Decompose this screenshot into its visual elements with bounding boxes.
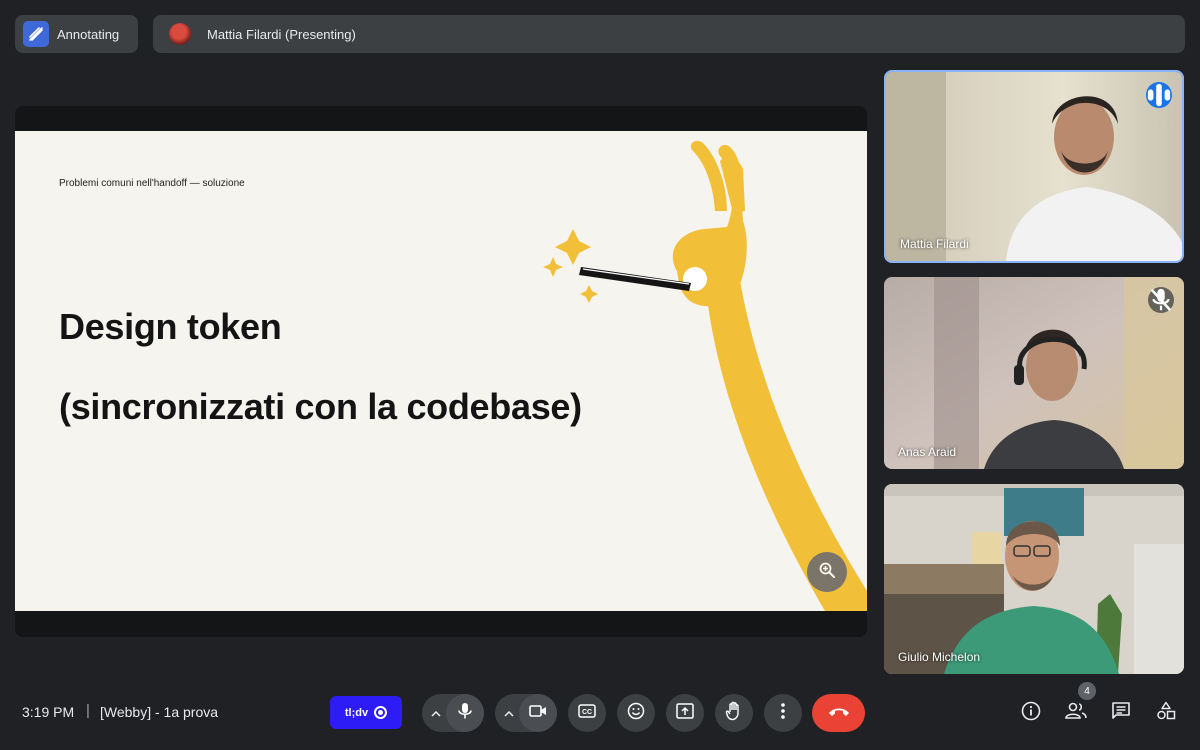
presentation-stage: Problemi comuni nell'handoff — soluzione…: [15, 106, 867, 637]
participant-tile[interactable]: Anas Araid: [884, 277, 1184, 469]
tldv-label: tl;dv: [344, 706, 369, 719]
info-icon: [1021, 701, 1041, 726]
captions-button[interactable]: CC: [568, 694, 606, 732]
participant-name: Giulio Michelon: [898, 650, 981, 664]
more-options-button[interactable]: [764, 694, 802, 732]
presenter-avatar: [169, 23, 191, 45]
participant-video: [884, 484, 1184, 674]
emoji-icon: [627, 702, 645, 725]
participant-name: Mattia Filardi: [900, 237, 969, 251]
mic-icon: [457, 702, 473, 725]
participant-video: [884, 277, 1184, 469]
presenter-label: Mattia Filardi (Presenting): [207, 26, 356, 42]
activities-button[interactable]: [1149, 696, 1183, 730]
slide-subtitle: (sincronizzati con la codebase): [59, 386, 582, 427]
captions-icon: CC: [578, 703, 596, 723]
chat-button[interactable]: [1104, 696, 1138, 730]
speaking-indicator: [1146, 82, 1172, 108]
participant-tile[interactable]: Mattia Filardi: [884, 70, 1184, 263]
presenter-bar[interactable]: Mattia Filardi (Presenting): [153, 15, 1185, 53]
participant-name: Anas Araid: [898, 445, 957, 459]
camera-icon: [529, 704, 547, 723]
people-button[interactable]: [1059, 696, 1093, 730]
annotate-icon: [23, 21, 49, 47]
annotating-chip[interactable]: Annotating: [15, 15, 138, 53]
chevron-up-icon: [431, 704, 441, 722]
camera-button[interactable]: [519, 694, 557, 732]
muted-indicator: [1148, 287, 1174, 313]
chat-icon: [1111, 701, 1131, 726]
meeting-name: [Webby] - 1a prova: [100, 704, 219, 720]
participant-count-badge: 4: [1078, 682, 1096, 700]
more-icon: [781, 702, 785, 724]
activities-icon: [1156, 701, 1176, 726]
leave-call-button[interactable]: [812, 694, 865, 732]
end-call-icon: [828, 704, 850, 722]
present-button[interactable]: [666, 694, 704, 732]
tldv-recorder-button[interactable]: tl;dv: [330, 696, 402, 729]
meeting-clock: 3:19 PM: [22, 704, 75, 720]
chevron-up-icon: [504, 704, 514, 722]
emoji-reaction-button[interactable]: [617, 694, 655, 732]
svg-text:CC: CC: [582, 709, 592, 716]
mic-button[interactable]: [446, 694, 484, 732]
magic-wand-hand-illustration: [543, 140, 867, 611]
slide-caption: Problemi comuni nell'handoff — soluzione: [59, 178, 245, 189]
zoom-in-icon: [818, 561, 836, 584]
separator: |: [86, 702, 90, 719]
zoom-in-button[interactable]: [807, 552, 847, 592]
people-icon: [1065, 702, 1087, 725]
participant-tile[interactable]: Giulio Michelon: [884, 484, 1184, 674]
annotating-label: Annotating: [57, 26, 120, 42]
meeting-details-button[interactable]: [1014, 696, 1048, 730]
present-icon: [676, 702, 694, 724]
raise-hand-icon: [725, 701, 743, 726]
slide: Problemi comuni nell'handoff — soluzione…: [15, 131, 867, 611]
slide-title: Design token: [59, 306, 282, 347]
raise-hand-button[interactable]: [715, 694, 753, 732]
record-icon: [374, 706, 388, 719]
participant-video: [886, 72, 1182, 261]
